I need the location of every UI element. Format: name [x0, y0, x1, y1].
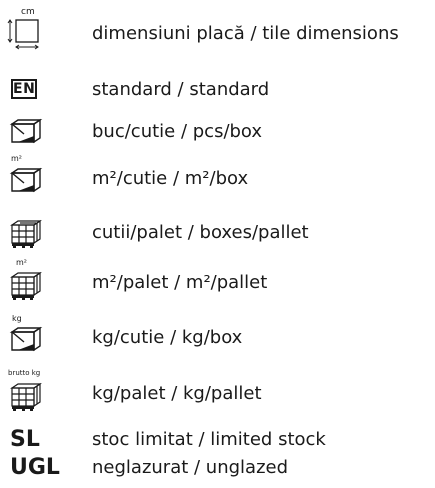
legend-label: dimensiuni placă / tile dimensions [92, 23, 399, 44]
pallet-icon [4, 213, 64, 253]
legend-row-m2-pallet: m² m²/palet / m²/pallet [0, 259, 435, 303]
legend-label: standard / standard [92, 79, 270, 100]
legend-label: kg/cutie / kg/box [92, 327, 243, 348]
box-kg-icon: kg [4, 315, 64, 358]
legend-label: kg/palet / kg/pallet [92, 383, 262, 404]
legend-row-m2-box: m² m²/cutie / m²/box [0, 155, 435, 199]
legend-label: stoc limitat / limited stock [92, 429, 326, 450]
box-m2-icon: m² [4, 155, 64, 199]
legend-row-kg-box: kg kg/cutie / kg/box [0, 315, 435, 358]
box-icon [4, 112, 64, 152]
legend: cm dimensiuni placă / tile dimensions EN… [0, 0, 435, 488]
legend-label: m²/cutie / m²/box [92, 168, 249, 189]
pallet-m2-icon: m² [4, 259, 64, 303]
legend-row-pcs-box: buc/cutie / pcs/box [0, 112, 435, 152]
legend-label: cutii/palet / boxes/pallet [92, 222, 309, 243]
ugl-code: UGL [10, 455, 60, 480]
legend-label: neglazurat / unglazed [92, 457, 289, 478]
legend-row-kg-pallet: brutto kg kg/palet / kg/pallet [0, 370, 435, 414]
pallet-kg-icon: brutto kg [4, 370, 64, 414]
legend-row-standard: EN standard / standard [0, 70, 435, 110]
legend-label: buc/cutie / pcs/box [92, 121, 263, 142]
en-badge: EN [11, 79, 37, 99]
legend-row-tile-dimensions: cm dimensiuni placă / tile dimensions [0, 8, 435, 54]
legend-row-boxes-pallet: cutii/palet / boxes/pallet [0, 213, 435, 253]
unglazed-code: UGL [4, 448, 64, 488]
standard-icon: EN [4, 70, 64, 110]
legend-label: m²/palet / m²/pallet [92, 272, 268, 293]
legend-row-unglazed: UGL neglazurat / unglazed [0, 448, 435, 488]
tile-dimensions-icon: cm [4, 8, 64, 54]
